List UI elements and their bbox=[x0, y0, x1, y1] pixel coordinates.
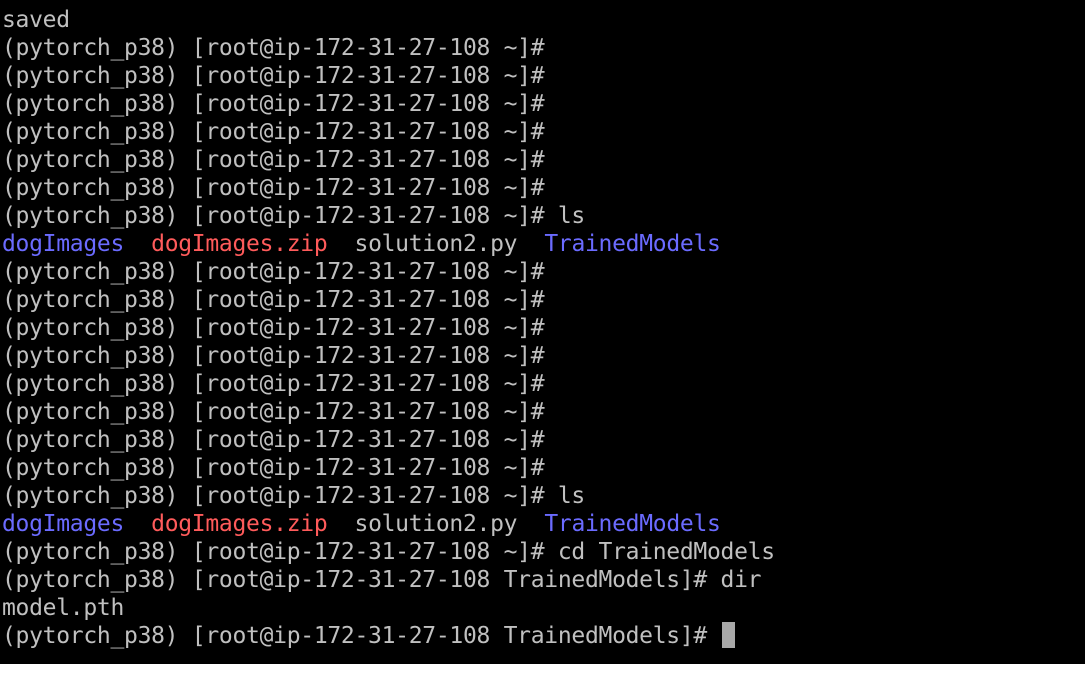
directory-entry: dogImages bbox=[2, 231, 125, 257]
terminal-text: (pytorch_p38) [root@ip-172-31-27-108 ~]#… bbox=[2, 483, 585, 509]
terminal-text: (pytorch_p38) [root@ip-172-31-27-108 ~]# bbox=[2, 91, 545, 117]
file-entry: solution2.py bbox=[354, 231, 518, 257]
terminal-text: (pytorch_p38) [root@ip-172-31-27-108 ~]# bbox=[2, 35, 545, 61]
terminal-text: (pytorch_p38) [root@ip-172-31-27-108 Tra… bbox=[2, 623, 721, 649]
terminal-text: (pytorch_p38) [root@ip-172-31-27-108 ~]# bbox=[2, 427, 545, 453]
terminal-line: (pytorch_p38) [root@ip-172-31-27-108 ~]# bbox=[2, 174, 775, 202]
terminal-line: (pytorch_p38) [root@ip-172-31-27-108 ~]# bbox=[2, 314, 775, 342]
terminal-line: (pytorch_p38) [root@ip-172-31-27-108 ~]# bbox=[2, 258, 775, 286]
file-entry: model.pth bbox=[2, 595, 125, 621]
terminal-text: (pytorch_p38) [root@ip-172-31-27-108 ~]#… bbox=[2, 539, 775, 565]
terminal-line: saved bbox=[2, 6, 775, 34]
terminal-line: (pytorch_p38) [root@ip-172-31-27-108 ~]# bbox=[2, 370, 775, 398]
directory-entry: TrainedModels bbox=[544, 231, 721, 257]
terminal-line: (pytorch_p38) [root@ip-172-31-27-108 ~]# bbox=[2, 454, 775, 482]
file-entry: solution2.py bbox=[354, 511, 518, 537]
terminal-text: (pytorch_p38) [root@ip-172-31-27-108 ~]# bbox=[2, 399, 545, 425]
terminal-text: (pytorch_p38) [root@ip-172-31-27-108 ~]# bbox=[2, 147, 545, 173]
terminal-text: (pytorch_p38) [root@ip-172-31-27-108 Tra… bbox=[2, 567, 762, 593]
terminal-line: (pytorch_p38) [root@ip-172-31-27-108 Tra… bbox=[2, 566, 775, 594]
terminal-text: (pytorch_p38) [root@ip-172-31-27-108 ~]# bbox=[2, 315, 545, 341]
terminal-line: (pytorch_p38) [root@ip-172-31-27-108 ~]#… bbox=[2, 482, 775, 510]
terminal-line: (pytorch_p38) [root@ip-172-31-27-108 ~]# bbox=[2, 90, 775, 118]
terminal-line: (pytorch_p38) [root@ip-172-31-27-108 ~]# bbox=[2, 342, 775, 370]
terminal-text: (pytorch_p38) [root@ip-172-31-27-108 ~]# bbox=[2, 119, 545, 145]
terminal-window[interactable]: saved (pytorch_p38) [root@ip-172-31-27-10… bbox=[0, 0, 1085, 664]
terminal-line: (pytorch_p38) [root@ip-172-31-27-108 Tra… bbox=[2, 622, 775, 650]
terminal-line: dogImages dogImages.zip solution2.py Tra… bbox=[2, 230, 775, 258]
directory-entry: dogImages bbox=[2, 511, 125, 537]
terminal-line: (pytorch_p38) [root@ip-172-31-27-108 ~]# bbox=[2, 426, 775, 454]
terminal-line: model.pth bbox=[2, 594, 775, 622]
terminal-text: (pytorch_p38) [root@ip-172-31-27-108 ~]# bbox=[2, 259, 545, 285]
terminal-line: (pytorch_p38) [root@ip-172-31-27-108 ~]# bbox=[2, 398, 775, 426]
terminal-text: (pytorch_p38) [root@ip-172-31-27-108 ~]# bbox=[2, 287, 545, 313]
terminal-line: dogImages dogImages.zip solution2.py Tra… bbox=[2, 510, 775, 538]
terminal-line: (pytorch_p38) [root@ip-172-31-27-108 ~]# bbox=[2, 62, 775, 90]
terminal-text: (pytorch_p38) [root@ip-172-31-27-108 ~]# bbox=[2, 63, 545, 89]
terminal-line: (pytorch_p38) [root@ip-172-31-27-108 ~]# bbox=[2, 286, 775, 314]
terminal-text: (pytorch_p38) [root@ip-172-31-27-108 ~]# bbox=[2, 371, 545, 397]
terminal-line: (pytorch_p38) [root@ip-172-31-27-108 ~]# bbox=[2, 118, 775, 146]
terminal-text: (pytorch_p38) [root@ip-172-31-27-108 ~]# bbox=[2, 455, 545, 481]
terminal-output: saved (pytorch_p38) [root@ip-172-31-27-10… bbox=[2, 6, 775, 650]
terminal-line: (pytorch_p38) [root@ip-172-31-27-108 ~]# bbox=[2, 146, 775, 174]
terminal-text: (pytorch_p38) [root@ip-172-31-27-108 ~]# bbox=[2, 175, 545, 201]
terminal-cursor[interactable] bbox=[721, 622, 735, 648]
terminal-line: (pytorch_p38) [root@ip-172-31-27-108 ~]# bbox=[2, 34, 775, 62]
terminal-line: (pytorch_p38) [root@ip-172-31-27-108 ~]#… bbox=[2, 202, 775, 230]
directory-entry: TrainedModels bbox=[544, 511, 721, 537]
terminal-text: saved bbox=[2, 7, 70, 33]
terminal-text: (pytorch_p38) [root@ip-172-31-27-108 ~]# bbox=[2, 343, 545, 369]
terminal-text: (pytorch_p38) [root@ip-172-31-27-108 ~]#… bbox=[2, 203, 585, 229]
archive-entry: dogImages.zip bbox=[151, 231, 328, 257]
terminal-line: (pytorch_p38) [root@ip-172-31-27-108 ~]#… bbox=[2, 538, 775, 566]
archive-entry: dogImages.zip bbox=[151, 511, 328, 537]
